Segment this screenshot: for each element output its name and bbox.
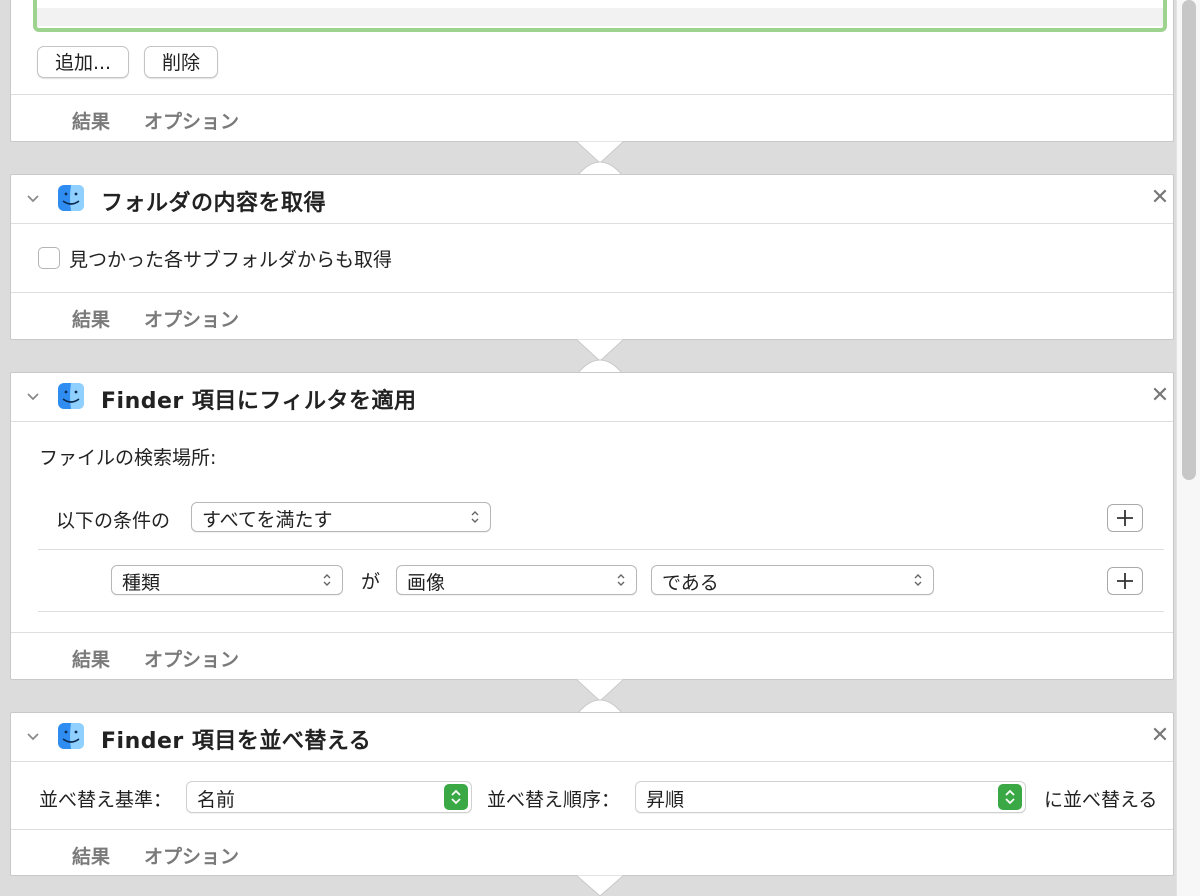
updown-arrows-icon: [444, 784, 468, 810]
rule-connector-label: が: [361, 571, 381, 593]
finder-icon: [58, 185, 84, 211]
finder-icon: [58, 723, 84, 749]
add-rule-button[interactable]: [1107, 567, 1143, 595]
checkbox-label: 見つかった各サブフォルダからも取得: [69, 249, 393, 271]
card-title: Finder 項目にフィルタを適用: [101, 389, 417, 414]
sort-by-label: 並べ替え基準：: [39, 789, 173, 811]
close-icon[interactable]: ✕: [1147, 185, 1173, 211]
updown-arrows-icon: [323, 574, 331, 586]
results-tab[interactable]: 結果: [72, 107, 110, 134]
options-tab[interactable]: オプション: [144, 645, 239, 672]
add-condition-button[interactable]: [1107, 504, 1143, 532]
rule-field-select[interactable]: 種類: [111, 565, 343, 595]
divider: [38, 611, 1164, 612]
results-tab[interactable]: 結果: [72, 645, 110, 672]
action-card-previous: 追加... 削除 結果 オプション: [10, 0, 1174, 142]
card-footer: 結果 オプション: [11, 632, 1173, 679]
flow-connector: [576, 339, 624, 373]
results-tab[interactable]: 結果: [72, 842, 110, 869]
card-header: Finder 項目にフィルタを適用 ✕: [11, 373, 1173, 422]
sort-order-select[interactable]: 昇順: [635, 781, 1026, 813]
include-subfolders-checkbox[interactable]: [38, 247, 60, 269]
flow-connector: [576, 141, 624, 175]
flow-connector: [576, 679, 624, 713]
updown-arrows-icon: [998, 784, 1022, 810]
card-footer: 結果 オプション: [11, 829, 1173, 876]
plus-icon: [1117, 573, 1133, 589]
close-icon[interactable]: ✕: [1147, 723, 1173, 749]
delete-button[interactable]: 削除: [144, 46, 218, 78]
close-icon[interactable]: ✕: [1147, 383, 1173, 409]
card-header: フォルダの内容を取得 ✕: [11, 175, 1173, 224]
rule-operator-select[interactable]: である: [651, 565, 934, 595]
updown-arrows-icon: [617, 574, 625, 586]
card-header: Finder 項目を並べ替える ✕: [11, 713, 1173, 762]
action-card-sort-finder-items: Finder 項目を並べ替える ✕ 並べ替え基準： 名前 並べ替え順序： 昇順 …: [10, 712, 1174, 876]
results-tab[interactable]: 結果: [72, 305, 110, 332]
updown-arrows-icon: [471, 511, 479, 523]
sort-by-select[interactable]: 名前: [186, 781, 472, 813]
options-tab[interactable]: オプション: [144, 305, 239, 332]
search-location-label: ファイルの検索場所:: [39, 447, 217, 469]
condition-match-select[interactable]: すべてを満たす: [191, 502, 491, 532]
card-footer: 結果 オプション: [11, 292, 1173, 339]
divider: [38, 549, 1164, 550]
card-title: フォルダの内容を取得: [101, 191, 327, 216]
card-footer: 結果 オプション: [11, 94, 1173, 141]
add-button[interactable]: 追加...: [37, 46, 129, 78]
item-list-box: [33, 0, 1167, 32]
chevron-down-icon[interactable]: [25, 389, 41, 405]
rule-value-select[interactable]: 画像: [396, 565, 637, 595]
condition-prefix-label: 以下の条件の: [56, 510, 171, 532]
chevron-down-icon[interactable]: [25, 191, 41, 207]
card-title: Finder 項目を並べ替える: [101, 729, 372, 754]
sort-suffix-label: に並べ替える: [1044, 789, 1158, 811]
flow-connector: [576, 875, 624, 896]
plus-icon: [1117, 510, 1133, 526]
updown-arrows-icon: [914, 574, 922, 586]
finder-icon: [58, 383, 84, 409]
options-tab[interactable]: オプション: [144, 842, 239, 869]
sort-order-label: 並べ替え順序：: [487, 789, 621, 811]
scrollbar-thumb[interactable]: [1182, 0, 1196, 480]
action-card-filter-finder-items: Finder 項目にフィルタを適用 ✕ ファイルの検索場所: 以下の条件の すべ…: [10, 372, 1174, 680]
action-card-get-folder-contents: フォルダの内容を取得 ✕ 見つかった各サブフォルダからも取得 結果 オプション: [10, 174, 1174, 340]
options-tab[interactable]: オプション: [144, 107, 239, 134]
chevron-down-icon[interactable]: [25, 729, 41, 745]
